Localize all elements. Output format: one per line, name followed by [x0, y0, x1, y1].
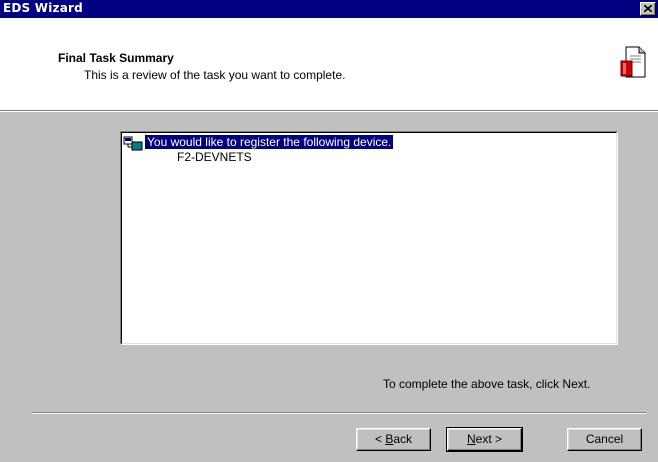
header-divider-highlight	[0, 111, 658, 112]
back-prefix: <	[374, 432, 386, 446]
cancel-button[interactable]: Cancel	[567, 428, 642, 451]
close-button[interactable]	[640, 2, 656, 16]
close-icon	[644, 5, 652, 12]
next-accel: N	[466, 432, 476, 446]
title-bar[interactable]: EDS Wizard	[0, 0, 658, 18]
summary-tree[interactable]: You would like to register the following…	[120, 131, 618, 345]
next-rest: ext >	[475, 432, 503, 446]
page-title: Final Task Summary	[58, 51, 174, 65]
page-subtitle: This is a review of the task you want to…	[84, 68, 346, 82]
instruction-text: To complete the above task, click Next.	[383, 377, 591, 391]
footer-divider-highlight	[32, 413, 646, 414]
wizard-header: Final Task Summary This is a review of t…	[0, 18, 658, 110]
network-device-icon	[123, 136, 143, 151]
back-rest: ack	[393, 432, 413, 446]
next-button[interactable]: Next >	[446, 427, 523, 452]
device-name[interactable]: F2-DEVNETS	[177, 150, 252, 164]
tree-root-label[interactable]: You would like to register the following…	[143, 134, 395, 150]
window-title: EDS Wizard	[3, 1, 83, 15]
document-icon	[620, 46, 646, 78]
eds-wizard-window: EDS Wizard Final Task Summary This is a …	[0, 0, 658, 462]
back-button[interactable]: < Back	[356, 428, 431, 451]
